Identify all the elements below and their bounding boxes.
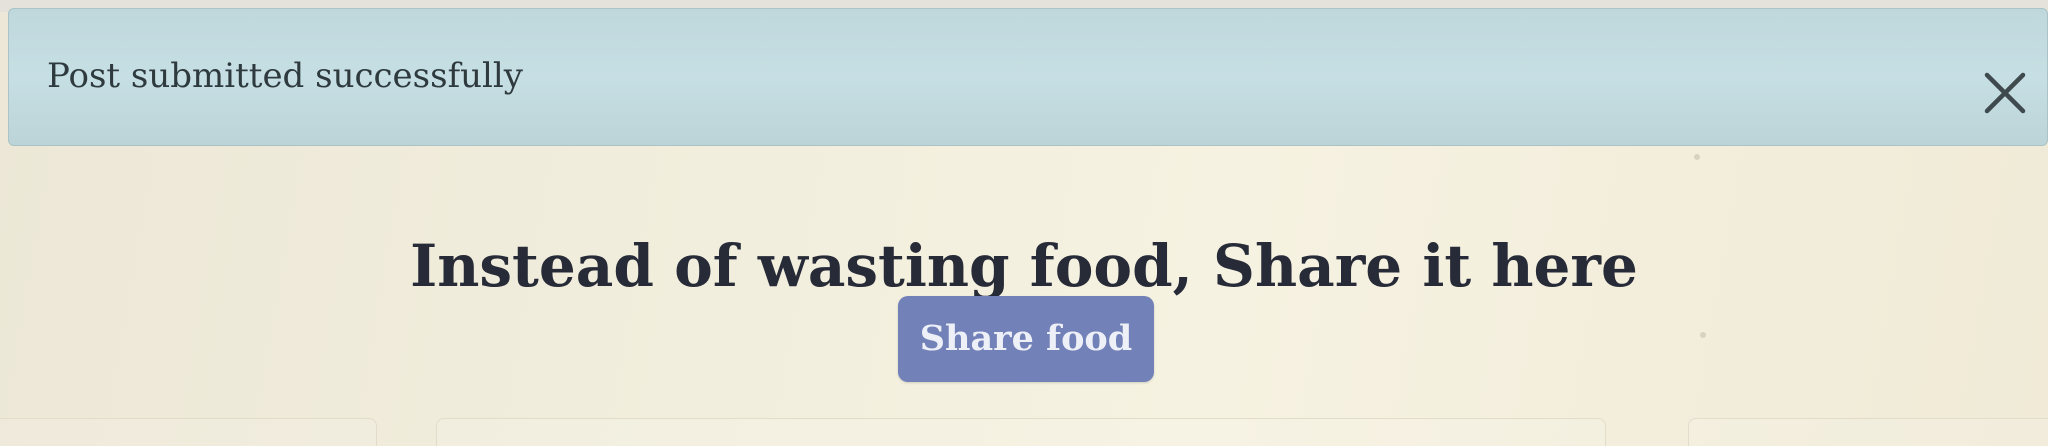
speck (1700, 332, 1706, 338)
alert-message: Post submitted successfully (47, 56, 524, 96)
card-left (0, 418, 377, 446)
success-alert: Post submitted successfully (8, 8, 2048, 146)
card-right (1688, 418, 2048, 446)
close-alert-button[interactable] (1979, 67, 2031, 119)
card-middle (436, 418, 1606, 446)
share-food-button[interactable]: Share food (898, 296, 1154, 382)
speck (1694, 154, 1700, 160)
page-headline: Instead of wasting food, Share it here (410, 231, 1638, 300)
close-icon (1984, 72, 2026, 114)
